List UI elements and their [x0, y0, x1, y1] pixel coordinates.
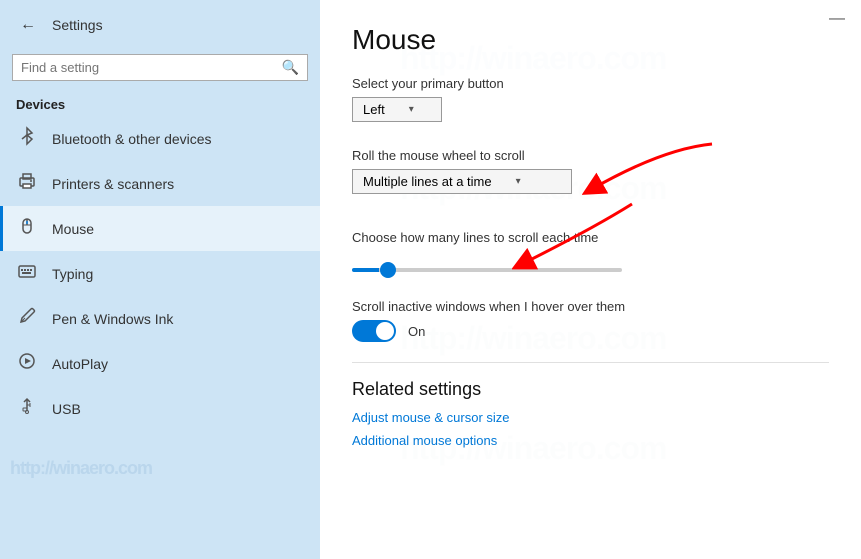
back-button[interactable]: ←: [16, 12, 40, 38]
primary-button-dropdown[interactable]: Left ▾: [352, 97, 442, 122]
sidebar-item-bluetooth-label: Bluetooth & other devices: [52, 131, 212, 147]
autoplay-icon: [16, 351, 38, 376]
sidebar-item-typing-label: Typing: [52, 266, 93, 282]
bluetooth-icon: [16, 126, 38, 151]
search-icon: 🔍: [282, 59, 299, 76]
primary-button-chevron: ▾: [409, 104, 414, 115]
scroll-chevron: ▾: [516, 176, 521, 187]
printers-icon: [16, 171, 38, 196]
sidebar-item-bluetooth[interactable]: Bluetooth & other devices: [0, 116, 320, 161]
adjust-mouse-link[interactable]: Adjust mouse & cursor size: [352, 410, 829, 425]
sidebar-title-label: Settings: [52, 17, 103, 33]
primary-button-label: Select your primary button: [352, 76, 829, 91]
sidebar-item-mouse[interactable]: Mouse: [0, 206, 320, 251]
sidebar-item-printers-label: Printers & scanners: [52, 176, 174, 192]
toggle-knob: [376, 322, 394, 340]
usb-icon: [16, 396, 38, 421]
sidebar-watermark: http://winaero.com: [10, 458, 152, 479]
nav-list: Bluetooth & other devices Printers & sca…: [0, 116, 320, 431]
minimize-button[interactable]: —: [829, 10, 845, 28]
sidebar-item-pen[interactable]: Pen & Windows Ink: [0, 296, 320, 341]
sidebar-item-autoplay-label: AutoPlay: [52, 356, 108, 372]
search-box[interactable]: 🔍: [12, 54, 308, 81]
search-input[interactable]: [21, 60, 276, 75]
inactive-scroll-toggle[interactable]: [352, 320, 396, 342]
sidebar-item-usb-label: USB: [52, 401, 81, 417]
scroll-value: Multiple lines at a time: [363, 174, 492, 189]
arrow-2: [512, 199, 672, 279]
toggle-row: On: [352, 320, 829, 342]
scroll-dropdown[interactable]: Multiple lines at a time ▾: [352, 169, 572, 194]
sidebar: ← Settings 🔍 Devices Bluetooth & other d…: [0, 0, 320, 559]
related-settings-title: Related settings: [352, 362, 829, 400]
sidebar-item-pen-label: Pen & Windows Ink: [52, 311, 173, 327]
typing-icon: [16, 261, 38, 286]
pen-icon: [16, 306, 38, 331]
primary-button-value: Left: [363, 102, 385, 117]
sidebar-item-printers[interactable]: Printers & scanners: [0, 161, 320, 206]
page-title: Mouse: [352, 24, 829, 56]
inactive-scroll-label: Scroll inactive windows when I hover ove…: [352, 299, 829, 314]
sidebar-item-typing[interactable]: Typing: [0, 251, 320, 296]
toggle-value-label: On: [408, 324, 425, 339]
sidebar-header: ← Settings: [0, 0, 320, 50]
main-content: — http://winaero.com http://winaero.com …: [320, 0, 861, 559]
sidebar-item-usb[interactable]: USB: [0, 386, 320, 431]
mouse-icon: [16, 216, 38, 241]
sidebar-section-label: Devices: [0, 89, 320, 116]
additional-mouse-link[interactable]: Additional mouse options: [352, 433, 829, 448]
sidebar-item-autoplay[interactable]: AutoPlay: [0, 341, 320, 386]
sidebar-item-mouse-label: Mouse: [52, 221, 94, 237]
back-icon: ←: [20, 16, 36, 34]
